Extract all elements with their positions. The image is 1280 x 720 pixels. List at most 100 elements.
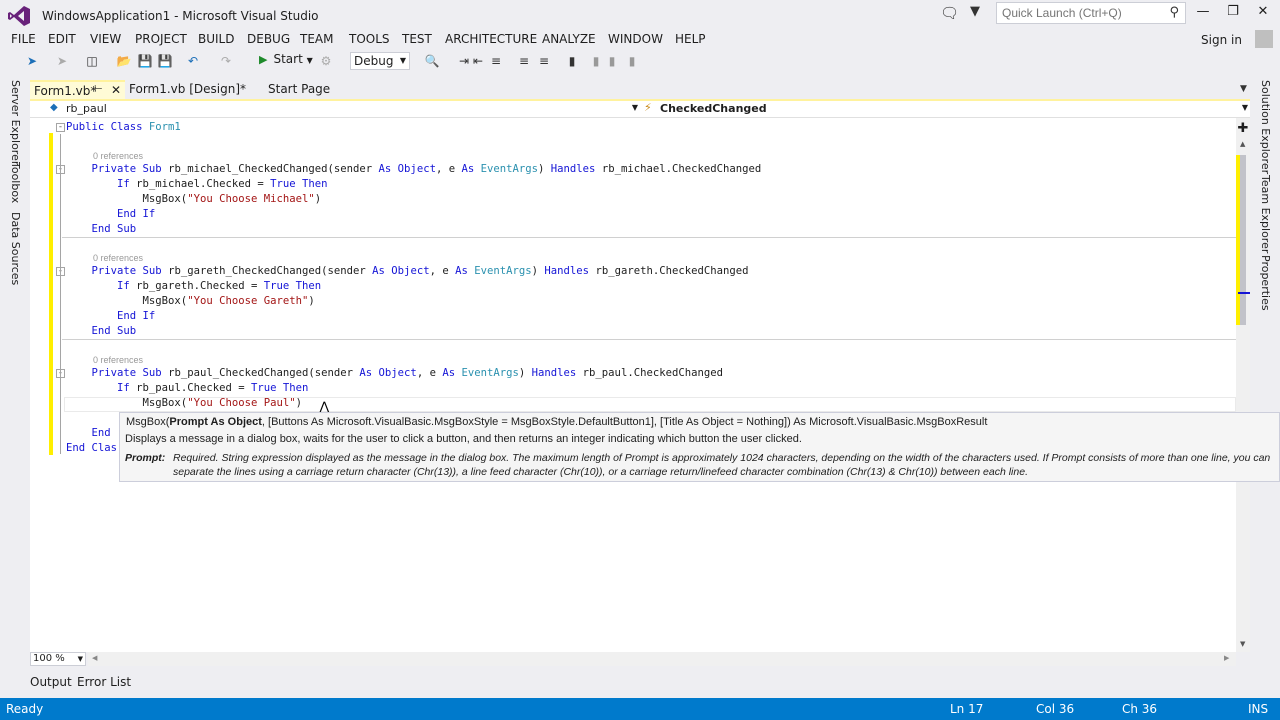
- toolbox-tab[interactable]: Toolbox: [9, 162, 22, 203]
- menu-edit[interactable]: EDIT: [48, 32, 76, 46]
- status-bar: Ready Ln 17 Col 36 Ch 36 INS: [0, 698, 1280, 720]
- pin-icon[interactable]: ⊢: [94, 84, 103, 95]
- user-avatar-icon[interactable]: [1255, 30, 1273, 48]
- tooltip-parameter: Prompt: Required. String expression disp…: [125, 451, 1280, 478]
- open-file-icon[interactable]: 📂: [116, 53, 132, 69]
- next-bookmark-icon[interactable]: ▮: [604, 53, 620, 69]
- quick-launch-input[interactable]: [997, 3, 1157, 23]
- server-explorer-tab[interactable]: Server Explorer: [9, 80, 22, 165]
- new-project-icon[interactable]: ◫: [84, 53, 100, 69]
- menu-debug[interactable]: DEBUG: [247, 32, 290, 46]
- menu-test[interactable]: TEST: [402, 32, 432, 46]
- menu-project[interactable]: PROJECT: [135, 32, 187, 46]
- menu-view[interactable]: VIEW: [90, 32, 121, 46]
- method-separator: [62, 237, 1236, 238]
- visual-studio-logo-icon: [8, 6, 30, 26]
- prev-bookmark-icon[interactable]: ▮: [588, 53, 604, 69]
- codelens-references[interactable]: 0 references: [93, 151, 143, 161]
- code-line: End If: [117, 310, 156, 322]
- save-all-icon[interactable]: 💾: [157, 53, 173, 69]
- tab-form1-design[interactable]: Form1.vb [Design]*: [125, 80, 258, 99]
- minimize-button[interactable]: —: [1188, 4, 1218, 22]
- menu-window[interactable]: WINDOW: [608, 32, 663, 46]
- uncomment-icon[interactable]: ≡: [536, 53, 552, 69]
- method-separator: [62, 339, 1236, 340]
- comment-icon[interactable]: ≡: [516, 53, 532, 69]
- code-line: MsgBox("You Choose Gareth"): [66, 295, 315, 307]
- event-value: CheckedChanged: [660, 102, 767, 115]
- code-line: Private Sub rb_michael_CheckedChanged(se…: [91, 163, 762, 175]
- outline-guide: [60, 134, 61, 454]
- field-icon: ◆: [50, 102, 58, 113]
- code-line: End: [91, 427, 111, 439]
- chevron-down-icon: ▼: [399, 56, 406, 65]
- signature-current-param: Prompt As Object: [169, 416, 262, 428]
- navigate-back-icon[interactable]: ➤: [24, 53, 40, 69]
- tab-start-page[interactable]: Start Page: [264, 80, 364, 99]
- maximize-button[interactable]: ❐: [1218, 4, 1248, 22]
- tab-output[interactable]: Output: [30, 675, 72, 689]
- scroll-down-icon[interactable]: ▼: [1240, 640, 1245, 648]
- scroll-left-icon[interactable]: ◀: [92, 654, 97, 662]
- scrollbar-caret-marker: [1238, 292, 1250, 294]
- quick-launch[interactable]: ⚲: [996, 2, 1186, 24]
- code-line: Private Sub rb_paul_CheckedChanged(sende…: [91, 367, 723, 379]
- sign-in-link[interactable]: Sign in: [1201, 33, 1242, 47]
- solution-configuration-select[interactable]: Debug ▼: [350, 52, 410, 70]
- indent-icon[interactable]: ≡: [488, 53, 504, 69]
- horizontal-scrollbar[interactable]: [88, 652, 1236, 666]
- zoom-level-select[interactable]: 100 % ▼: [30, 652, 86, 666]
- tab-error-list[interactable]: Error List: [77, 675, 131, 689]
- status-column: Col 36: [1036, 702, 1075, 716]
- menu-file[interactable]: FILE: [11, 32, 36, 46]
- menu-build[interactable]: BUILD: [198, 32, 234, 46]
- menu-bar: FILE EDIT VIEW PROJECT BUILD DEBUG TEAM …: [0, 30, 1280, 50]
- feedback-icon[interactable]: 🗨: [940, 4, 959, 22]
- properties-tab[interactable]: Properties: [1259, 255, 1272, 311]
- tab-label: Form1.vb*: [34, 84, 97, 98]
- chevron-down-icon: ▼: [631, 103, 638, 112]
- notifications-filter-icon[interactable]: ▼: [970, 4, 984, 22]
- bookmark-icon[interactable]: ▮: [564, 53, 580, 69]
- code-line: End If: [117, 208, 156, 220]
- menu-architecture[interactable]: ARCHITECTURE: [445, 32, 537, 46]
- undo-icon[interactable]: ↶: [185, 53, 201, 69]
- config-value: Debug: [354, 54, 394, 68]
- event-dropdown[interactable]: ⚡ CheckedChanged ▼: [642, 101, 1250, 118]
- chevron-down-icon[interactable]: ▼: [307, 56, 313, 65]
- scroll-right-icon[interactable]: ▶: [1224, 654, 1229, 662]
- object-dropdown[interactable]: ◆ rb_paul ▼: [32, 101, 640, 118]
- chevron-down-icon: ▼: [1241, 103, 1248, 112]
- split-editor-icon[interactable]: ✚: [1237, 121, 1249, 136]
- close-button[interactable]: ✕: [1248, 4, 1278, 22]
- scrollbar-thumb[interactable]: [1240, 155, 1246, 325]
- codelens-references[interactable]: 0 references: [93, 355, 143, 365]
- menu-team[interactable]: TEAM: [300, 32, 333, 46]
- menu-help[interactable]: HELP: [675, 32, 706, 46]
- step-over-icon[interactable]: ⇤: [470, 53, 486, 69]
- status-char: Ch 36: [1122, 702, 1158, 716]
- codelens-references[interactable]: 0 references: [93, 253, 143, 263]
- menu-tools[interactable]: TOOLS: [349, 32, 390, 46]
- start-debugging-button[interactable]: ▶ Start ▼: [259, 52, 313, 70]
- team-explorer-tab[interactable]: Team Explorer: [1259, 175, 1272, 253]
- save-icon[interactable]: 💾: [137, 53, 153, 69]
- solution-explorer-tab[interactable]: Solution Explorer: [1259, 80, 1272, 174]
- redo-icon[interactable]: ↷: [218, 53, 234, 69]
- tab-form1-vb[interactable]: Form1.vb* ⊢ ✕: [30, 80, 125, 99]
- code-line: MsgBox("You Choose Michael"): [66, 193, 322, 205]
- collapse-toggle[interactable]: -: [56, 123, 65, 132]
- attach-process-icon[interactable]: ⚙: [318, 53, 334, 69]
- menu-analyze[interactable]: ANALYZE: [542, 32, 596, 46]
- scroll-up-icon[interactable]: ▲: [1240, 140, 1245, 148]
- tab-overflow-chevron-icon[interactable]: ▼: [1240, 84, 1247, 94]
- close-icon[interactable]: ✕: [111, 83, 121, 97]
- data-sources-tab[interactable]: Data Sources: [9, 212, 22, 285]
- standard-toolbar: ➤ ➤ ◫ 📂 💾 💾 ↶ ↷ ⚙ 🔍 ⇥ ⇤ ≡ ≡ ≡ ▮ ▮ ▮ ▮: [0, 51, 1280, 71]
- search-icon[interactable]: ⚲: [1169, 5, 1179, 20]
- find-in-files-icon[interactable]: 🔍: [424, 53, 440, 69]
- start-label: Start: [273, 52, 303, 66]
- code-line: End Sub: [91, 325, 137, 337]
- navigate-forward-icon[interactable]: ➤: [54, 53, 70, 69]
- clear-bookmarks-icon[interactable]: ▮: [624, 53, 640, 69]
